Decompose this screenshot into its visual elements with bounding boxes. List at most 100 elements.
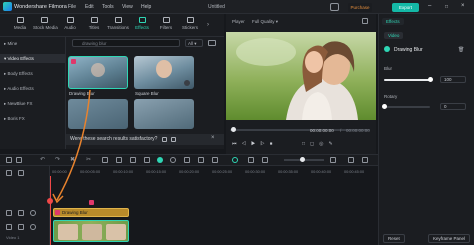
track-lock-icon[interactable] <box>18 210 24 216</box>
effects-icon <box>138 17 146 23</box>
tab-filters[interactable]: Filters <box>155 17 177 30</box>
rotary-value-input[interactable]: 0 <box>440 103 466 110</box>
zoom-in-icon[interactable] <box>330 157 336 163</box>
quality-dropdown[interactable]: Full Quality ▾ <box>252 19 278 25</box>
video-clip[interactable] <box>53 220 129 242</box>
blur-slider-fill <box>384 79 430 81</box>
add-track-icon[interactable] <box>6 170 12 176</box>
thumbs-down-icon[interactable] <box>171 137 176 142</box>
playback-controls[interactable]: ⏮◁▶▷⏹ <box>232 141 277 147</box>
playhead[interactable] <box>50 176 51 245</box>
total-time: 00:00:00:00 <box>346 128 370 133</box>
effect-thumbnail-drawing-blur[interactable] <box>68 56 128 89</box>
layout-icon[interactable] <box>6 157 12 163</box>
snap-icon[interactable] <box>248 157 254 163</box>
speed-icon[interactable] <box>130 157 136 163</box>
user-avatar-icon[interactable] <box>330 3 339 11</box>
snapshot-icon[interactable] <box>362 18 368 24</box>
ai-icon[interactable] <box>232 157 238 163</box>
blur-value-input[interactable]: 100 <box>440 76 466 83</box>
maximize-icon[interactable]: □ <box>445 4 448 10</box>
keyframe-panel-button[interactable]: Keyframe Panel <box>428 234 471 243</box>
reset-button[interactable]: Reset <box>383 234 405 243</box>
delete-effect-icon[interactable]: 🗑 <box>458 47 464 53</box>
menu-file[interactable]: File <box>68 4 76 10</box>
menu-help[interactable]: Help <box>141 4 151 10</box>
effect-thumbnail-4[interactable] <box>134 99 194 129</box>
tab-audio[interactable]: Audio <box>59 17 81 30</box>
zoom-out-icon[interactable] <box>262 157 268 163</box>
tab-media[interactable]: Media <box>9 17 31 30</box>
effect-thumbnail-square-blur[interactable] <box>134 56 194 89</box>
sidebar-item-audio-effects[interactable]: ▸ Audio Effects <box>4 86 34 92</box>
grid-view-icon[interactable] <box>208 40 216 46</box>
tab-effects[interactable]: Effects <box>131 17 153 30</box>
playback-scrubber[interactable] <box>231 127 236 132</box>
audio-sync-icon[interactable] <box>170 157 176 163</box>
rotary-label: Rotary <box>384 94 398 99</box>
mic-icon[interactable] <box>198 157 204 163</box>
sidebar-item-mine[interactable]: ▸ Mine <box>4 41 17 47</box>
ruler-tick-9: 00:00:45:00 <box>344 170 365 174</box>
sidebar-item-video-effects[interactable]: ▾ Video Effects <box>0 54 66 63</box>
ruler-tick-7: 00:00:35:00 <box>278 170 299 174</box>
ruler-tick-3: 00:00:15:00 <box>146 170 167 174</box>
menu-edit[interactable]: Edit <box>85 4 94 10</box>
minimize-icon[interactable]: – <box>428 3 431 9</box>
sidebar-item-body-effects[interactable]: ▸ Body Effects <box>4 71 33 77</box>
voiceover-icon[interactable] <box>212 157 218 163</box>
sidebar-item-newblue-fx[interactable]: ▸ NewBlue FX <box>4 101 33 107</box>
premium-badge-icon <box>71 59 76 64</box>
track-visibility-icon-2[interactable] <box>30 224 36 230</box>
filters-icon <box>162 17 170 23</box>
close-feedback-icon[interactable]: × <box>211 135 215 141</box>
toolbar-more-icon[interactable]: › <box>207 22 209 28</box>
marker-icon[interactable] <box>184 157 190 163</box>
render-icon[interactable] <box>157 157 163 163</box>
tab-titles[interactable]: Titles <box>83 17 105 30</box>
rotary-slider[interactable] <box>384 106 430 108</box>
timeline-menu-icon[interactable] <box>362 157 368 163</box>
link-icon[interactable] <box>18 170 24 176</box>
preview-image <box>226 32 376 120</box>
ruler-tick-8: 00:00:40:00 <box>311 170 332 174</box>
tab-stock-media[interactable]: Stock Media <box>33 17 58 30</box>
search-input[interactable]: drawing blur <box>72 39 180 47</box>
sidebar-item-boris-fx[interactable]: ▸ Boris FX <box>4 116 25 122</box>
blur-slider-knob[interactable] <box>428 77 433 82</box>
player-tools[interactable]: □◻◎✎ <box>302 141 338 147</box>
app-title: Wondershare Filmora <box>14 4 67 10</box>
text-icon[interactable] <box>116 157 122 163</box>
rotary-slider-knob[interactable] <box>382 104 387 109</box>
fit-icon[interactable] <box>348 157 354 163</box>
menu-view[interactable]: View <box>122 4 133 10</box>
select-tool-icon[interactable] <box>16 157 22 163</box>
zoom-slider-knob[interactable] <box>300 157 305 162</box>
thumbs-up-icon[interactable] <box>162 137 167 142</box>
track-video-icon[interactable] <box>6 224 12 230</box>
track-fx-icon[interactable] <box>6 210 12 216</box>
tab-stickers[interactable]: Stickers <box>179 17 201 30</box>
tab-effects-properties[interactable]: Effects <box>382 18 404 25</box>
track-lock-icon-2[interactable] <box>18 224 24 230</box>
track-visibility-icon[interactable] <box>30 210 36 216</box>
clip-frame-2 <box>82 224 102 240</box>
export-button[interactable]: Export <box>392 3 419 12</box>
filter-dropdown[interactable]: All ▾ <box>185 39 203 47</box>
download-icon[interactable] <box>184 80 190 86</box>
effect-toggle[interactable] <box>384 46 390 52</box>
tab-transitions[interactable]: Transitions <box>107 17 129 30</box>
purchase-button[interactable]: Purchase <box>348 3 372 12</box>
ruler-tick-6: 00:00:30:00 <box>245 170 266 174</box>
titles-icon <box>90 17 98 23</box>
stickers-icon <box>186 17 194 23</box>
color-icon[interactable] <box>144 157 150 163</box>
blur-slider[interactable] <box>384 79 430 81</box>
transitions-icon <box>114 17 122 23</box>
audio-icon <box>66 17 74 23</box>
menu-tools[interactable]: Tools <box>102 4 114 10</box>
tab-video-properties[interactable]: Video <box>384 32 404 39</box>
playhead-handle[interactable] <box>47 198 53 204</box>
close-icon[interactable]: × <box>461 3 465 9</box>
current-time: 00:00:00:00 <box>310 128 334 133</box>
